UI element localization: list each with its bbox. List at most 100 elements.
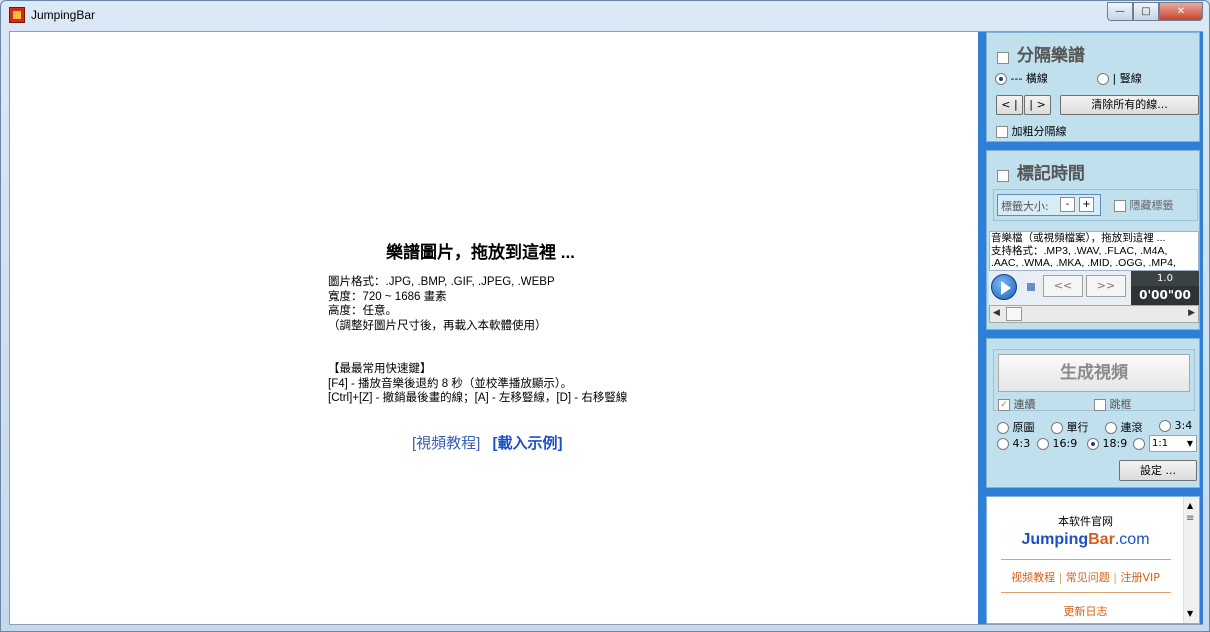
info-line: 圖片格式：.JPG, .BMP, .GIF, .JPEG, .WEBP [328,276,555,288]
ratio-18-9-label: 18:9 [1102,437,1128,450]
scroll-down-icon[interactable]: ▼ [1187,609,1193,618]
mode-original-label: 原圖 [1012,421,1035,434]
ratio-4-3-radio[interactable] [997,438,1009,450]
web-tutorial-link[interactable]: 视频教程 [1011,571,1055,584]
scroll-left-icon[interactable]: ◀ [993,308,1000,318]
media-line: 音樂檔（或視頻檔案），拖放到這裡 ... [991,232,1166,244]
website-label: 本软件官网 [1058,515,1113,528]
divider [1001,559,1171,560]
load-example-link[interactable]: [載入示例] [493,435,563,452]
rewind-button[interactable]: << [1043,275,1083,297]
mode-scroll-radio[interactable] [1105,422,1117,434]
bold-lines-checkbox[interactable] [996,126,1008,138]
scroll-right-icon[interactable]: ▶ [1188,308,1195,318]
drop-title: 樂譜圖片，拖放到這裡 ... [386,243,575,262]
ratio-select-value: 1:1 [1152,438,1169,449]
tag-size-label: 標籤大小: [1001,200,1049,213]
speed-display[interactable]: 1.0 [1131,271,1199,286]
settings-button[interactable]: 設定 ... [1119,460,1197,481]
minimize-button[interactable]: — [1107,2,1133,21]
seek-thumb[interactable] [1006,307,1022,321]
window-title: JumpingBar [31,8,96,22]
media-line: 支持格式：.MP3, .WAV, .FLAC, .M4A, [991,244,1168,257]
video-tutorial-link[interactable]: [視頻教程] [412,435,480,452]
faq-link[interactable]: 常见问题 [1066,571,1110,584]
skip-frame-checkbox[interactable] [1094,399,1106,411]
hide-tags-checkbox[interactable] [1114,200,1126,212]
ratio-16-9-radio[interactable] [1037,438,1049,450]
changelog-link[interactable]: 更新日志 [987,603,1184,619]
ratio-3-4[interactable]: 3:4 [1159,419,1192,432]
info-line: 【最最常用快速鍵】 [328,363,432,375]
tag-size-plus-button[interactable]: + [1079,197,1094,212]
scroll-grip-icon[interactable]: ≡ [1186,513,1194,524]
continuous-checkbox[interactable]: ✓ [998,399,1010,411]
ratio-16-9[interactable]: 16:9 [1037,437,1077,450]
ratio-select[interactable]: 1:1 ▼ [1149,435,1197,452]
close-button[interactable]: ✕ [1159,2,1203,21]
brand-part-a: Jumping [1021,531,1089,548]
player-controls: << >> 1.0 0'00"00 [989,271,1199,305]
generate-box: 生成視頻 ✓ 連續 跳框 [993,349,1195,411]
custom-ratio-radio[interactable] [1133,438,1145,450]
clear-lines-button[interactable]: 清除所有的線... [1060,95,1199,115]
play-icon[interactable] [991,274,1017,300]
ratio-4-3[interactable]: 4:3 [997,437,1030,450]
separator-bar: | [1113,571,1118,584]
divider [1001,592,1171,593]
radio-vertical-label: | 豎線 [1112,72,1142,85]
media-line: .AAC, .WMA, .MKA, .MID, .OGG, .MP4, [991,257,1176,269]
tag-size-group: 標籤大小: - + [997,194,1101,216]
mode-scroll[interactable]: 連滾 [1105,419,1143,435]
separator-panel: 分隔樂譜 --- 橫線 | 豎線 < | | > 清除所有的線... 加粗分隔線 [986,32,1200,142]
forward-button[interactable]: >> [1086,275,1126,297]
mode-single-label: 單行 [1066,421,1089,434]
continuous-label: 連續 [1013,398,1036,411]
title-bar[interactable]: JumpingBar — □ ✕ [1,1,1209,31]
chevron-down-icon: ▼ [1186,439,1193,448]
website-scrollbar[interactable]: ▲ ≡ ▼ [1183,497,1199,623]
brand-part-c: .com [1114,531,1150,548]
mode-original[interactable]: 原圖 [997,419,1035,435]
mode-single-radio[interactable] [1051,422,1063,434]
mode-original-radio[interactable] [997,422,1009,434]
info-line: 寬度：720 ~ 1686 畫素 [328,290,447,303]
stop-icon[interactable] [1027,283,1035,291]
register-vip-link[interactable]: 注册VIP [1121,571,1160,584]
marker-checkbox[interactable] [997,169,1009,182]
marker-panel: 標記時間 標籤大小: - + 隱藏標籤 音樂檔（或視頻檔案），拖放到這裡 ... [986,150,1200,330]
maximize-button[interactable]: □ [1133,2,1159,21]
radio-horizontal[interactable]: --- 橫線 [995,70,1048,86]
mode-single[interactable]: 單行 [1051,419,1089,435]
website-panel: 本软件官网 JumpingBar.com 视频教程 | 常见问题 | 注册VIP… [986,496,1200,624]
info-line: （調整好圖片尺寸後，再載入本軟體使用） [328,319,547,332]
tag-size-minus-button[interactable]: - [1060,197,1075,212]
ratio-18-9-radio[interactable] [1087,438,1099,450]
mode-scroll-label: 連滾 [1120,421,1143,434]
generate-panel: 生成視頻 ✓ 連續 跳框 原圖 單行 連滾 3:4 4:3 16:9 18:9 … [986,338,1200,488]
radio-vertical[interactable]: | 豎線 [1097,70,1142,86]
ratio-3-4-radio[interactable] [1159,420,1171,432]
info-line [328,348,627,363]
ratio-18-9[interactable]: 18:9 [1087,437,1127,450]
radio-vertical-dot[interactable] [1097,73,1109,85]
radio-horizontal-label: --- 橫線 [1010,72,1048,85]
score-drop-area[interactable]: 樂譜圖片，拖放到這裡 ... 圖片格式：.JPG, .BMP, .GIF, .J… [10,32,978,624]
info-line: [F4] - 播放音樂後退約 8 秒（並校準播放顯示）。 [328,377,573,390]
hide-tags-label: 隱藏標籤 [1129,199,1174,212]
website-brand[interactable]: JumpingBar.com [987,531,1184,549]
info-line: 高度：任意。 [328,305,397,317]
separator-bar: | [1058,571,1063,584]
separator-checkbox[interactable] [997,51,1009,64]
scroll-up-icon[interactable]: ▲ [1187,501,1193,510]
client-area: 樂譜圖片，拖放到這裡 ... 圖片格式：.JPG, .BMP, .GIF, .J… [9,31,1203,625]
media-drop-area[interactable]: 音樂檔（或視頻檔案），拖放到這裡 ... 支持格式：.MP3, .WAV, .F… [989,231,1199,271]
seek-scrollbar[interactable]: ◀ ▶ [989,305,1199,323]
bold-lines-label: 加粗分隔線 [1011,125,1067,138]
prev-line-button[interactable]: < | [996,95,1023,115]
info-line: [Ctrl]+[Z] - 撤銷最後畫的線；[A] - 左移豎線，[D] - 右移… [328,392,628,404]
generate-video-button[interactable]: 生成視頻 [998,354,1190,392]
ratio-4-3-label: 4:3 [1012,437,1031,450]
next-line-button[interactable]: | > [1024,95,1051,115]
radio-horizontal-dot[interactable] [995,73,1007,85]
